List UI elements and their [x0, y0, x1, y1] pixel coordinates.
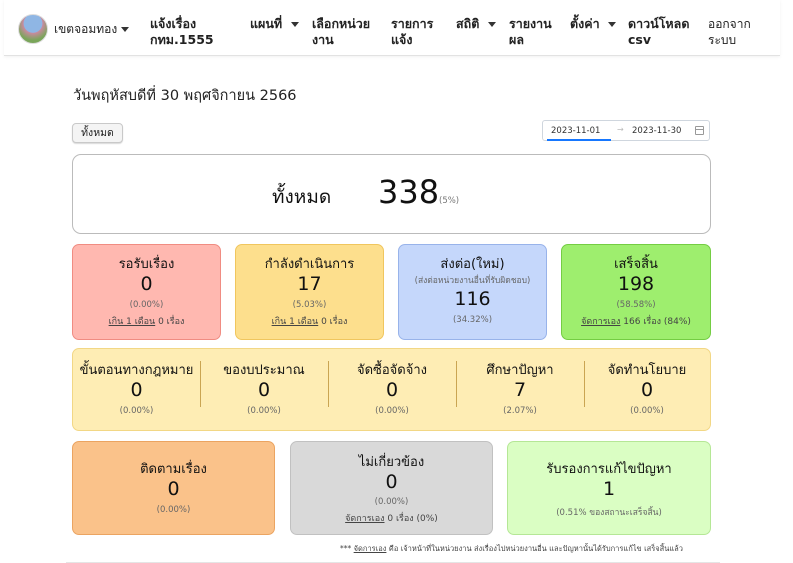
done-note: จัดการเอง 166 เรื่อง (84%): [562, 314, 710, 328]
follow-up-card[interactable]: ติดตามเรื่อง 0 (0.00%): [72, 441, 275, 535]
in-progress-note-count: 0 เรื่อง: [318, 317, 348, 327]
pending-note: เกิน 1 เดือน 0 เรื่อง: [73, 314, 220, 328]
nav-settings-label: ตั้งค่า: [570, 16, 600, 31]
avatar: [18, 14, 48, 44]
sub-stat-percent: (0.00%): [247, 406, 281, 416]
in-progress-value: 17: [297, 273, 322, 295]
unrelated-note: จัดการเอง 0 เรื่อง (0%): [291, 511, 492, 525]
nav-map[interactable]: แผนที่: [250, 16, 299, 32]
active-input-indicator: [547, 139, 611, 141]
district-menu[interactable]: เขตจอมทอง: [18, 14, 130, 44]
nav-stats-label: สถิติ: [456, 16, 480, 31]
sub-stat-budget[interactable]: ของบประมาณ 0 (0.00%): [200, 349, 328, 432]
sub-stat-percent: (0.00%): [375, 406, 409, 416]
page-title: วันพฤหัสบดีที่ 30 พฤศจิกายน 2566: [73, 88, 297, 104]
footnote-text: คือ เจ้าหน้าที่ในหน่วยงาน ส่งเรื่องไปหน่…: [386, 544, 683, 553]
pending-card[interactable]: รอรับเรื่อง 0 (0.00%) เกิน 1 เดือน 0 เรื…: [72, 244, 221, 340]
certified-percent: (0.51% ของสถานะเสร็จสิ้น): [556, 508, 662, 518]
forwarded-card[interactable]: ส่งต่อ(ใหม่) (ส่งต่อหน่วยงานอื่นที่รับผิ…: [398, 244, 547, 340]
pending-title: รอรับเรื่อง: [118, 257, 175, 272]
unrelated-note-count: 0 เรื่อง (0%): [384, 514, 438, 524]
in-progress-card[interactable]: กำลังดำเนินการ 17 (5.03%) เกิน 1 เดือน 0…: [235, 244, 384, 340]
in-progress-title: กำลังดำเนินการ: [264, 257, 355, 272]
sub-stat-title: ขั้นตอนทางกฎหมาย: [79, 363, 194, 378]
sub-status-panel: ขั้นตอนทางกฎหมาย 0 (0.00%) ของบประมาณ 0 …: [72, 348, 711, 431]
unrelated-percent: (0.00%): [374, 497, 409, 507]
district-label: เขตจอมทอง: [54, 21, 118, 36]
sub-stat-title: ของบประมาณ: [223, 363, 305, 378]
chevron-down-icon: [607, 22, 616, 27]
done-title: เสร็จสิ้น: [614, 257, 658, 272]
certified-value: 1: [602, 478, 616, 500]
done-card[interactable]: เสร็จสิ้น 198 (58.58%) จัดการเอง 166 เรื…: [561, 244, 711, 340]
forwarded-subtitle: (ส่งต่อหน่วยงานอื่นที่รับผิดชอบ): [414, 276, 531, 286]
done-value: 198: [617, 273, 655, 295]
overdue-link[interactable]: เกิน 1 เดือน: [272, 317, 319, 327]
unrelated-value: 0: [385, 471, 398, 493]
chevron-down-icon: [290, 22, 299, 27]
certified-card[interactable]: รับรองการแก้ไขปัญหา 1 (0.51% ของสถานะเสร…: [507, 441, 711, 535]
sub-stat-title: จัดทำนโยบาย: [607, 363, 687, 378]
nav-settings[interactable]: ตั้งค่า: [570, 16, 616, 32]
in-progress-note: เกิน 1 เดือน 0 เรื่อง: [236, 314, 383, 328]
certified-title: รับรองการแก้ไขปัญหา: [546, 462, 672, 477]
footnote: *** จัดการเอง คือ เจ้าหน้าที่ในหน่วยงาน …: [340, 543, 683, 555]
total-card: ทั้งหมด 338 (5%): [72, 154, 711, 234]
nav-download-csv[interactable]: ดาวน์โหลด csv: [628, 16, 694, 48]
chevron-down-icon: [487, 22, 496, 27]
total-percent: (5%): [439, 196, 460, 206]
sub-stat-policy[interactable]: จัดทำนโยบาย 0 (0.00%): [584, 349, 710, 432]
unrelated-title: ไม่เกี่ยวข้อง: [358, 455, 425, 470]
sub-stat-study[interactable]: ศึกษาปัญหา 7 (2.07%): [456, 349, 584, 432]
nav-map-label: แผนที่: [250, 16, 283, 31]
overdue-link[interactable]: เกิน 1 เดือน: [109, 317, 156, 327]
follow-up-title: ติดตามเรื่อง: [140, 462, 207, 477]
arrow-right-icon: →: [617, 125, 624, 134]
sub-stat-title: ศึกษาปัญหา: [486, 363, 554, 378]
follow-up-percent: (0.00%): [156, 505, 191, 515]
date-from-input[interactable]: 2023-11-01: [551, 126, 600, 136]
self-handled-link[interactable]: จัดการเอง: [581, 317, 620, 327]
nav-stats[interactable]: สถิติ: [456, 16, 496, 32]
sub-stat-value: 0: [257, 379, 271, 401]
footnote-prefix: ***: [340, 544, 354, 553]
sub-stat-percent: (0.00%): [630, 406, 664, 416]
date-range-picker[interactable]: 2023-11-01 → 2023-11-30: [542, 120, 710, 141]
nav-select-unit[interactable]: เลือกหน่วยงาน: [312, 16, 378, 48]
nav-reports[interactable]: รายการแจ้ง: [391, 16, 439, 48]
sub-stat-value: 7: [513, 379, 527, 401]
self-handled-link[interactable]: จัดการเอง: [354, 544, 387, 553]
forwarded-value: 116: [454, 288, 491, 310]
nav-report-issue[interactable]: แจ้งเรื่อง กทม.1555: [150, 16, 214, 48]
sub-stat-title: จัดซื้อจัดจ้าง: [356, 363, 427, 378]
chevron-down-icon: [121, 26, 130, 32]
pending-value: 0: [140, 273, 153, 295]
follow-up-value: 0: [167, 478, 180, 500]
sub-stat-percent: (0.00%): [119, 406, 154, 416]
pending-note-count: 0 เรื่อง: [155, 317, 185, 327]
top-navbar: เขตจอมทอง แจ้งเรื่อง กทม.1555 แผนที่ เลื…: [4, 0, 780, 56]
date-to-input[interactable]: 2023-11-30: [632, 126, 681, 136]
sub-stat-percent: (2.07%): [503, 406, 537, 416]
all-button[interactable]: ทั้งหมด: [72, 123, 123, 143]
nav-results[interactable]: รายงานผล: [509, 16, 555, 48]
sub-stat-value: 0: [385, 379, 399, 401]
forwarded-percent: (34.32%): [452, 315, 493, 325]
sub-stat-legal[interactable]: ขั้นตอนทางกฎหมาย 0 (0.00%): [73, 349, 200, 432]
total-value: 338: [378, 173, 440, 211]
done-percent: (58.58%): [616, 300, 656, 310]
unrelated-card[interactable]: ไม่เกี่ยวข้อง 0 (0.00%) จัดการเอง 0 เรื่…: [290, 441, 493, 535]
sub-stat-value: 0: [640, 379, 654, 401]
nav-logout[interactable]: ออกจากระบบ: [708, 16, 754, 48]
total-label: ทั้งหมด: [272, 186, 332, 208]
in-progress-percent: (5.03%): [292, 300, 327, 310]
sub-stat-procurement[interactable]: จัดซื้อจัดจ้าง 0 (0.00%): [328, 349, 456, 432]
forwarded-title: ส่งต่อ(ใหม่): [440, 257, 505, 272]
done-note-count: 166 เรื่อง (84%): [620, 317, 691, 327]
self-handled-link[interactable]: จัดการเอง: [345, 514, 384, 524]
pending-percent: (0.00%): [129, 300, 164, 310]
calendar-icon[interactable]: [695, 126, 704, 135]
sub-stat-value: 0: [130, 379, 143, 401]
